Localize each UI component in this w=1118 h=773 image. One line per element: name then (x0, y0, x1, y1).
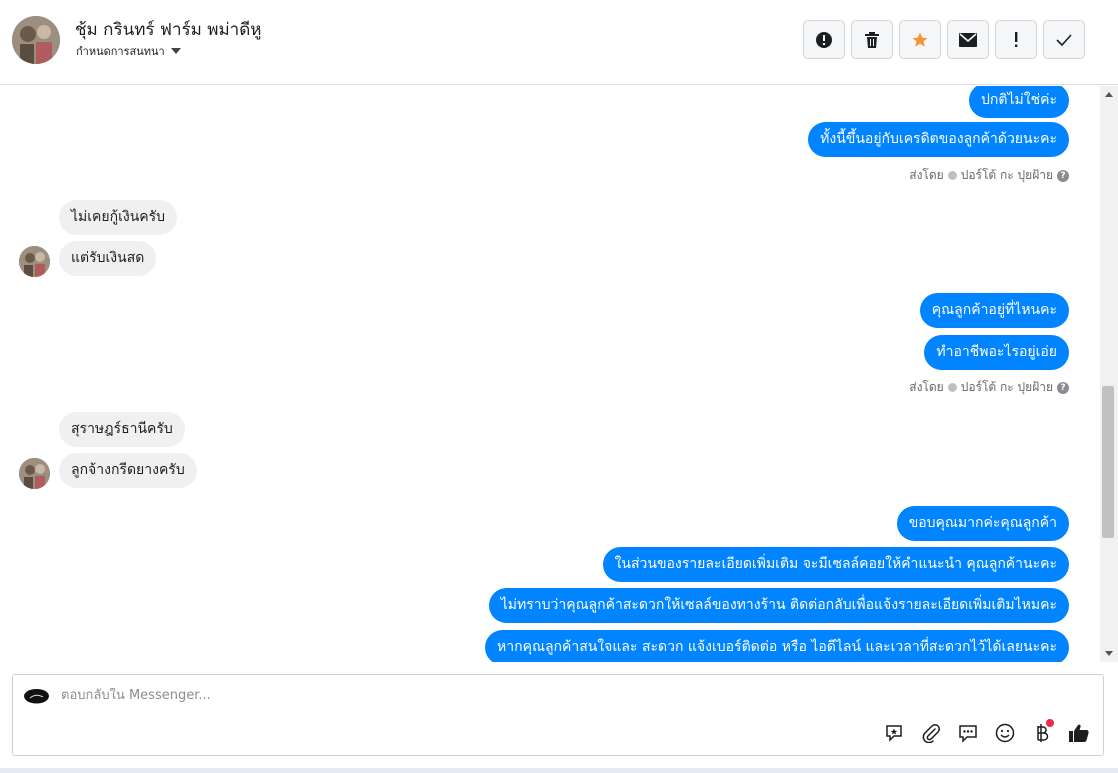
message-bubble-incoming[interactable]: แต่รับเงินสด (59, 241, 157, 276)
verified-icon (947, 383, 957, 392)
emoji-icon (995, 723, 1015, 743)
alert-circle-icon (816, 31, 832, 48)
trash-icon (865, 31, 879, 48)
help-icon[interactable]: ? (1057, 169, 1069, 182)
help-icon[interactable]: ? (1057, 381, 1069, 394)
sent-by-line: ส่งโดย ปอร์โต้ กะ ปุยฝ้าย ? (909, 378, 1069, 397)
conversation-settings-label: กำหนดการสนทนา (76, 45, 165, 58)
attach-button[interactable] (919, 721, 943, 745)
message-bubble-outgoing[interactable]: หากคุณลูกค้าสนใจและ สะดวก แจ้งเบอร์ติดต่… (485, 630, 1069, 662)
sticker-icon (886, 725, 902, 742)
sticker-button[interactable] (882, 721, 906, 745)
envelope-icon (959, 32, 977, 47)
scroll-up-arrow-icon[interactable] (1105, 92, 1113, 97)
emoji-button[interactable] (993, 721, 1017, 745)
contact-avatar[interactable] (12, 16, 60, 64)
sent-by-line: ส่งโดย ปอร์โต้ กะ ปุยฝ้าย ? (909, 166, 1069, 185)
message-bubble-outgoing[interactable]: ในส่วนของรายละเอียดเพิ่มเติม จะมีเซลล์คอ… (602, 547, 1069, 582)
message-thread[interactable]: ปกติไม่ใช่ค่ะ ทั้งนี้ขึ้นอยู่กับเครดิตขอ… (0, 86, 1100, 662)
message-bubble-outgoing[interactable]: ทำอาชีพอะไรอยู่เอ่ย (924, 335, 1069, 370)
reply-input[interactable] (61, 688, 861, 703)
message-bubble-outgoing[interactable]: ขอบคุณมากค่ะคุณลูกค้า (896, 506, 1069, 541)
message-bubble-outgoing[interactable]: ไม่ทราบว่าคุณลูกค้าสะดวกให้เซลล์ของทางร้… (488, 588, 1069, 623)
sender-avatar[interactable] (19, 246, 50, 277)
attachment-icon (922, 724, 940, 743)
sent-by-label: ส่งโดย (909, 168, 944, 182)
star-button[interactable] (899, 20, 941, 59)
notification-dot (1046, 719, 1054, 727)
spam-alert-button[interactable] (803, 20, 845, 59)
conversation-settings-dropdown[interactable]: กำหนดการสนทนา (76, 42, 181, 60)
message-bubble-outgoing[interactable]: ทั้งนี้ขึ้นอยู่กับเครดิตของลูกค้าด้วยนะค… (808, 122, 1069, 157)
send-like-button[interactable] (1067, 721, 1091, 745)
conversation-toolbar (803, 20, 1085, 59)
payment-button[interactable] (1030, 719, 1054, 745)
reply-composer (12, 674, 1104, 756)
done-button[interactable] (1043, 20, 1085, 59)
message-bubble-outgoing[interactable]: ปกติไม่ใช่ค่ะ (969, 86, 1069, 118)
page-logo-avatar (24, 689, 49, 704)
sent-by-name[interactable]: ปอร์โต้ กะ ปุยฝ้าย (961, 378, 1053, 397)
sent-by-label: ส่งโดย (909, 380, 944, 394)
contact-name[interactable]: ชุ้ม กรินทร์ ฟาร์ม พม่าดีหู (75, 16, 261, 43)
important-button[interactable] (995, 20, 1037, 59)
saved-reply-icon (959, 725, 977, 743)
message-bubble-outgoing[interactable]: คุณลูกค้าอยู่ที่ไหนคะ (919, 293, 1069, 328)
caret-down-icon (170, 48, 181, 54)
conversation-header: ชุ้ม กรินทร์ ฟาร์ม พม่าดีหู กำหนดการสนทน… (0, 0, 1118, 85)
thumbs-up-icon (1069, 724, 1089, 742)
thread-scrollbar[interactable] (1100, 86, 1118, 662)
scrollbar-thumb[interactable] (1102, 386, 1114, 538)
saved-replies-button[interactable] (956, 721, 980, 745)
delete-button[interactable] (851, 20, 893, 59)
messenger-inbox-window: ชุ้ม กรินทร์ ฟาร์ม พม่าดีหู กำหนดการสนทน… (0, 0, 1118, 768)
mark-unread-button[interactable] (947, 20, 989, 59)
exclamation-icon (1015, 31, 1018, 47)
scroll-down-arrow-icon[interactable] (1105, 651, 1113, 656)
sent-by-name[interactable]: ปอร์โต้ กะ ปุยฝ้าย (961, 166, 1053, 185)
sender-avatar[interactable] (19, 458, 50, 489)
composer-toolbar (882, 719, 1091, 745)
star-icon (912, 32, 928, 47)
message-bubble-incoming[interactable]: สุราษฎร์ธานีครับ (59, 412, 185, 447)
message-bubble-incoming[interactable]: ไม่เคยกู้เงินครับ (59, 200, 178, 235)
verified-icon (947, 171, 957, 180)
check-icon (1056, 33, 1072, 46)
message-bubble-incoming[interactable]: ลูกจ้างกรีดยางครับ (59, 453, 197, 488)
